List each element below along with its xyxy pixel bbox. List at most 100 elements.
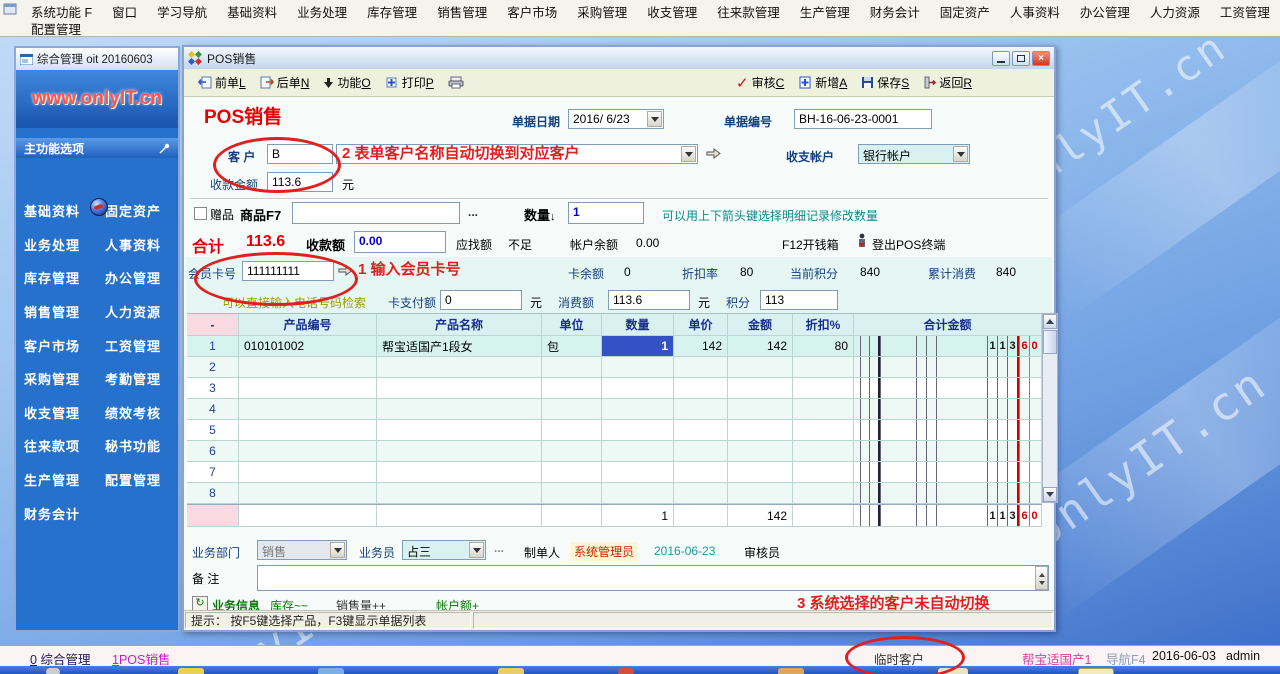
sidebar-item[interactable]: 业务处理 — [16, 228, 97, 262]
menu-item[interactable]: 销售管理 — [428, 1, 496, 22]
sidebar-item[interactable]: 生产管理 — [16, 463, 97, 497]
scroll-down-icon[interactable] — [1043, 487, 1057, 502]
taskbar-icon[interactable] — [1078, 668, 1114, 674]
sidebar-item[interactable]: 办公管理 — [97, 261, 178, 295]
sidebar-item[interactable]: 销售管理 — [16, 295, 97, 329]
menu-item[interactable]: 窗口 — [103, 1, 146, 22]
menu-item[interactable]: 收支管理 — [638, 1, 706, 22]
taskbar-icon[interactable] — [178, 668, 204, 674]
sidebar-item[interactable]: 考勤管理 — [97, 362, 178, 396]
menu-item[interactable]: 库存管理 — [358, 1, 426, 22]
menu-item[interactable]: 生产管理 — [791, 1, 859, 22]
chevron-down-icon[interactable] — [953, 146, 968, 162]
add-button[interactable]: 新增A — [798, 74, 847, 91]
card-pay-input[interactable]: 0 — [440, 290, 522, 310]
next-doc-button[interactable]: 后单N — [260, 74, 310, 91]
menu-item[interactable]: 财务会计 — [861, 1, 929, 22]
note-spinner[interactable] — [1035, 566, 1048, 590]
audit-button[interactable]: ✓ 审核C — [736, 74, 784, 92]
col-product-code[interactable]: 产品编号 — [239, 314, 377, 336]
pos-title-bar[interactable]: POS销售 × — [184, 47, 1054, 70]
table-row[interactable]: 8 — [187, 483, 1042, 504]
menu-item[interactable]: 基础资料 — [218, 1, 286, 22]
table-row[interactable]: 5 — [187, 420, 1042, 441]
cashbox-label[interactable]: F12开钱箱 — [782, 236, 839, 253]
salesman-combo[interactable]: 占三 — [402, 540, 486, 560]
sidebar-title-bar[interactable]: 综合管理 oit 20160603 — [16, 48, 178, 70]
sidebar-banner[interactable]: www.onlyIT.cn — [16, 70, 178, 128]
col-amount[interactable]: 金额 — [728, 314, 793, 336]
scroll-up-icon[interactable] — [1043, 314, 1057, 329]
menu-item[interactable]: 往来款管理 — [708, 1, 789, 22]
table-row[interactable]: 6 — [187, 441, 1042, 462]
qty-input[interactable]: 1 — [568, 202, 644, 224]
sidebar-item[interactable]: 绩效考核 — [97, 396, 178, 430]
menu-item[interactable]: 工资管理 — [1211, 1, 1279, 22]
taskbar-icon[interactable] — [318, 668, 344, 674]
chevron-down-icon[interactable] — [469, 542, 484, 558]
taskbar[interactable] — [0, 666, 1280, 674]
product-input[interactable] — [292, 202, 460, 224]
save-button[interactable]: 保存S — [861, 74, 909, 91]
table-scrollbar[interactable] — [1042, 313, 1058, 503]
table-row[interactable]: 2 — [187, 357, 1042, 378]
note-input[interactable] — [257, 565, 1049, 591]
menu-item[interactable]: 业务处理 — [288, 1, 356, 22]
col-rownum[interactable]: - — [187, 314, 239, 336]
date-combo[interactable]: 2016/ 6/23 — [568, 109, 664, 129]
printer-icon[interactable] — [448, 76, 464, 89]
sidebar-item[interactable]: 秘书功能 — [97, 429, 178, 463]
taskbar-icon[interactable] — [618, 668, 634, 674]
account-combo[interactable]: 银行帐户 — [858, 144, 970, 164]
selected-cell[interactable]: 1 — [602, 336, 674, 357]
chevron-down-icon[interactable] — [330, 542, 345, 558]
sidebar-item[interactable]: 往来款项 — [16, 429, 97, 463]
sidebar-item[interactable]: 人事资料 — [97, 228, 178, 262]
col-product-name[interactable]: 产品名称 — [377, 314, 542, 336]
col-total[interactable]: 合计金额 — [854, 314, 1042, 336]
prev-doc-button[interactable]: 前单L — [198, 74, 246, 91]
print-setup-button[interactable]: 打印P — [385, 74, 434, 91]
menu-item[interactable]: 人力资源 — [1141, 1, 1209, 22]
sidebar-item[interactable]: 人力资源 — [97, 295, 178, 329]
chevron-down-icon[interactable] — [647, 111, 662, 127]
dept-combo[interactable]: 销售 — [257, 540, 347, 560]
sidebar-item[interactable]: 固定资产 — [97, 194, 178, 228]
chevron-down-icon[interactable] — [681, 146, 696, 162]
menu-item[interactable]: 办公管理 — [1071, 1, 1139, 22]
received-input[interactable]: 0.00 — [354, 231, 446, 253]
restore-button[interactable] — [1012, 51, 1030, 66]
salesman-browse-button[interactable]: ... — [494, 541, 504, 555]
points2-input[interactable]: 113 — [760, 290, 838, 310]
taskbar-icon[interactable] — [498, 668, 524, 674]
col-qty[interactable]: 数量 — [602, 314, 674, 336]
taskbar-icon[interactable] — [778, 668, 804, 674]
menu-item[interactable]: 固定资产 — [931, 1, 999, 22]
pointer-icon[interactable] — [706, 147, 721, 160]
sidebar-item[interactable]: 基础资料 — [16, 194, 97, 228]
sidebar-item[interactable]: 配置管理 — [97, 463, 178, 497]
table-row[interactable]: 1 010101002 帮宝适国产1段女 包 1 142 142 80 1136… — [187, 336, 1042, 357]
functions-button[interactable]: 功能O — [323, 74, 370, 91]
product-browse-button[interactable]: ... — [468, 205, 478, 219]
sidebar-item[interactable]: 库存管理 — [16, 261, 97, 295]
sidebar-item[interactable]: 客户市场 — [16, 328, 97, 362]
sidebar-item[interactable]: 工资管理 — [97, 328, 178, 362]
logout-label[interactable]: 登出POS终端 — [872, 236, 945, 253]
sidebar-item[interactable]: 财务会计 — [16, 496, 97, 530]
doc-no-input[interactable]: BH-16-06-23-0001 — [794, 109, 932, 129]
menu-item[interactable]: 客户市场 — [498, 1, 566, 22]
scroll-thumb[interactable] — [1043, 330, 1057, 354]
sidebar-item[interactable]: 采购管理 — [16, 362, 97, 396]
col-discount[interactable]: 折扣% — [793, 314, 854, 336]
menu-item[interactable]: 配置管理 — [22, 18, 90, 39]
table-row[interactable]: 3 — [187, 378, 1042, 399]
col-unit[interactable]: 单位 — [542, 314, 602, 336]
consume-input[interactable]: 113.6 — [608, 290, 690, 310]
menu-item[interactable]: 学习导航 — [148, 1, 216, 22]
taskbar-icon[interactable] — [46, 668, 60, 674]
menu-item[interactable]: 人事资料 — [1001, 1, 1069, 22]
col-price[interactable]: 单价 — [674, 314, 728, 336]
gift-checkbox[interactable] — [194, 207, 207, 220]
minimize-button[interactable] — [992, 51, 1010, 66]
